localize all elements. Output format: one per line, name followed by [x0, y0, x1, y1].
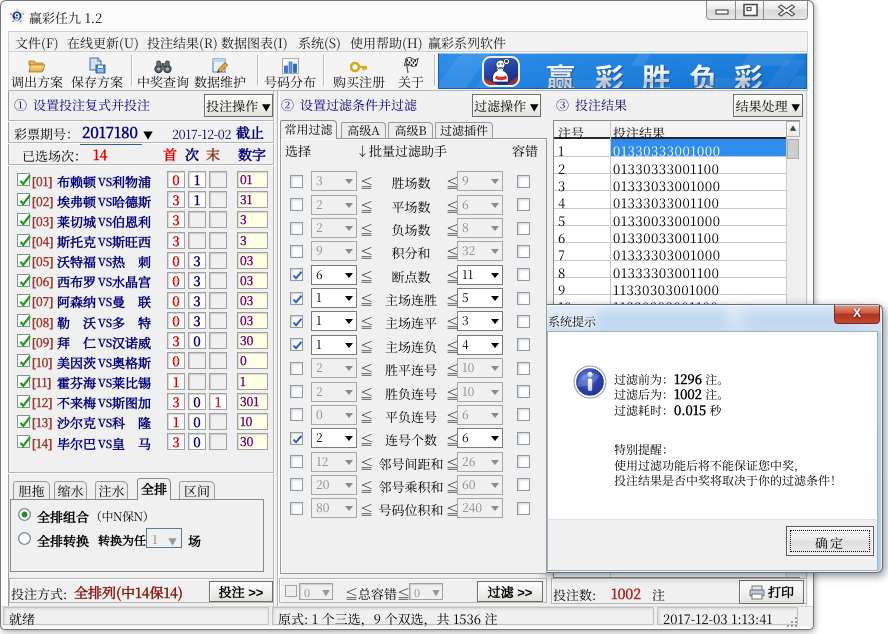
svg-text:9: 9 [14, 12, 20, 23]
